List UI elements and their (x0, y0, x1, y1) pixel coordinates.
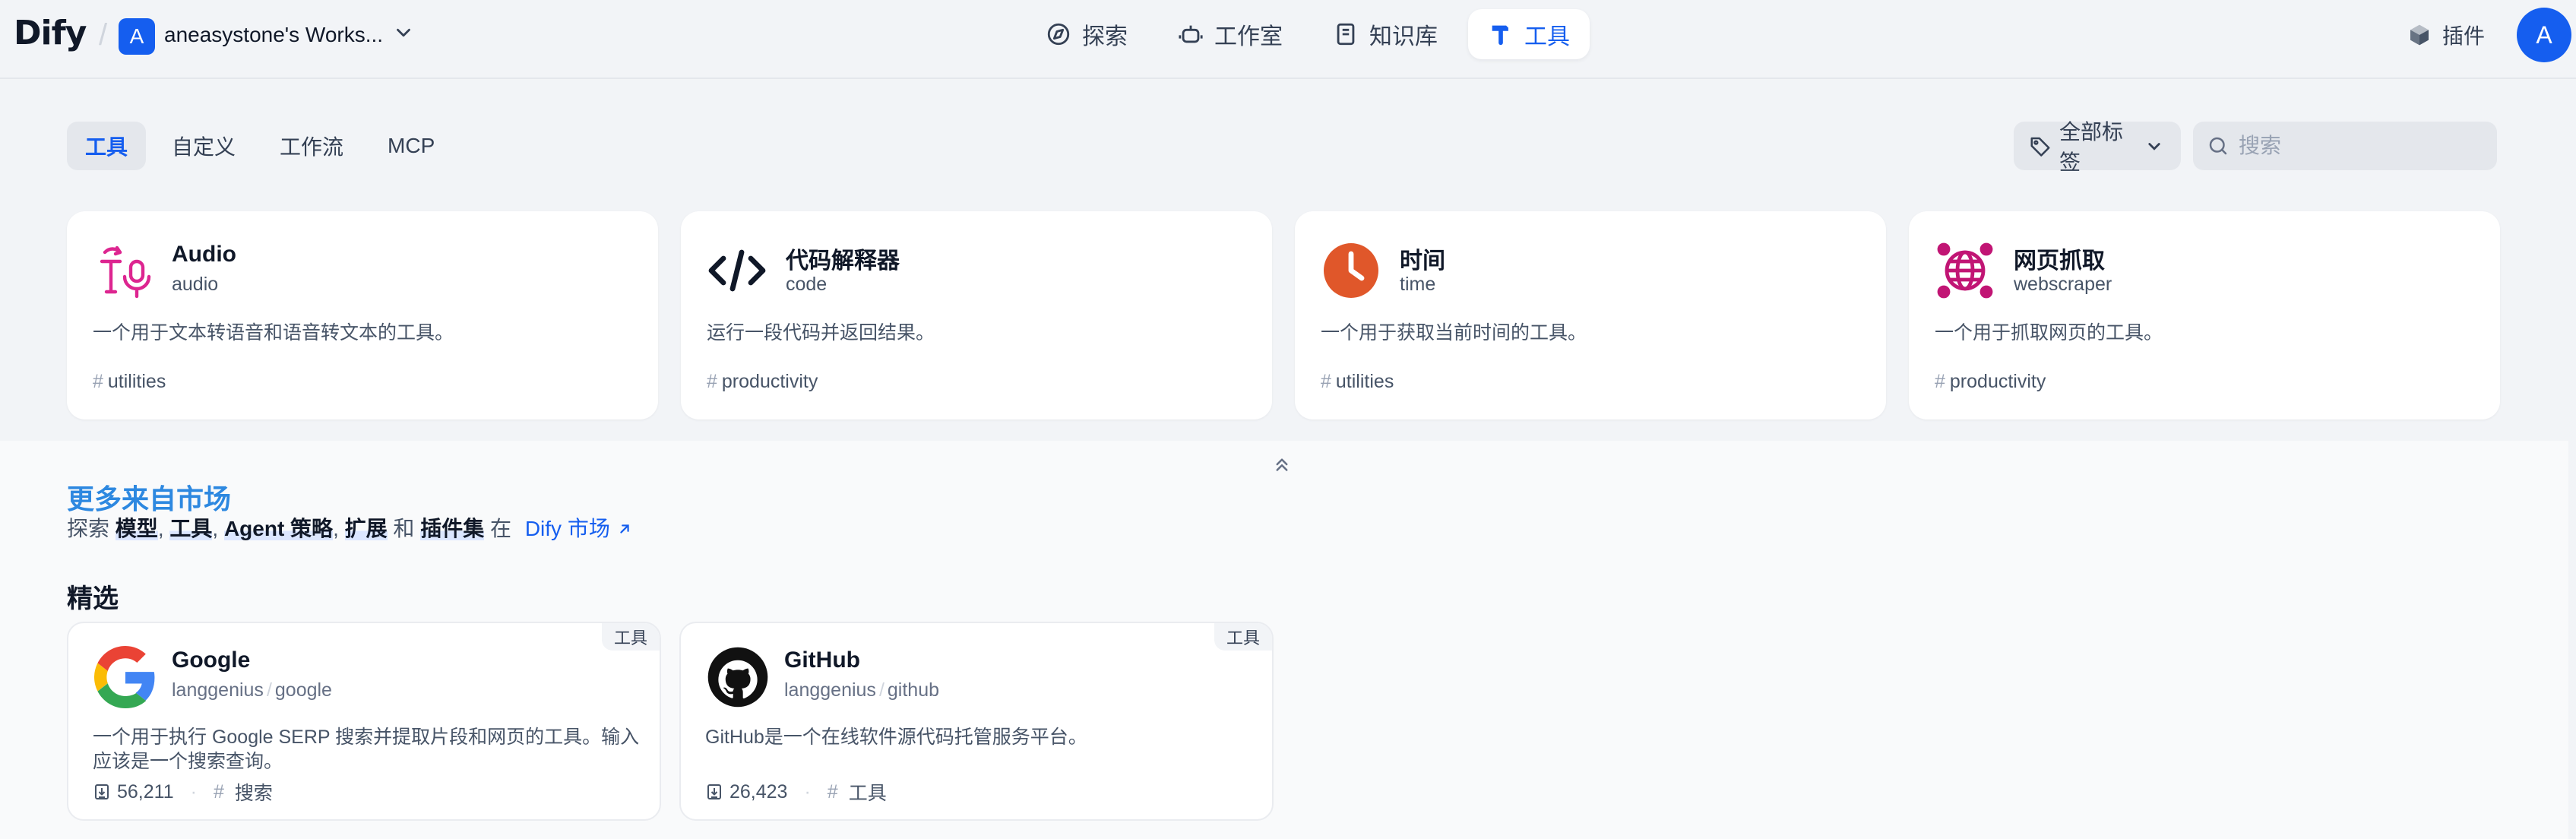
search-icon (2209, 137, 2227, 155)
nav-explore-label: 探索 (1082, 24, 1128, 49)
chevron-down-icon (2148, 143, 2160, 150)
cube-icon (2410, 24, 2429, 46)
plugins-button[interactable]: 插件 (2407, 20, 2485, 50)
github-logo-icon (707, 647, 768, 708)
plugin-type-badge: 工具 (601, 623, 660, 651)
plugin-card-github[interactable]: 工具 GitHub langgenius / github GitHub是一个在线软… (679, 622, 1274, 821)
nav-studio[interactable]: 工作室 (1158, 9, 1302, 59)
chevron-down-icon[interactable] (392, 21, 415, 44)
breadcrumb-separator: / (99, 18, 108, 52)
hammer-icon (1492, 25, 1508, 46)
hash-icon: # (827, 780, 838, 803)
category-tools: 工具 (169, 517, 213, 540)
tool-description: 一个用于抓取网页的工具。 (1935, 322, 2163, 344)
tool-name: Audio (172, 242, 236, 267)
plugin-meta: 56,211 · # 搜索 (93, 778, 273, 806)
google-logo-icon (94, 646, 155, 708)
tool-card-webscraper[interactable]: 网页抓取 webscraper 一个用于抓取网页的工具。 # productivi… (1909, 211, 2500, 420)
plugin-org: langgenius / google (172, 679, 332, 701)
top-header: Dify / A aneasystone's Works... 探索 工作室 知… (0, 0, 2576, 79)
clock-tool-icon (1324, 243, 1378, 298)
install-count: 26,423 (729, 780, 788, 803)
tool-tag: # utilities (93, 371, 166, 392)
main-nav: 探索 工作室 知识库 工具 (1026, 9, 1590, 59)
audio-tool-icon (100, 245, 151, 299)
hash-icon: # (1321, 371, 1331, 392)
header-divider (0, 78, 2576, 79)
workspace-avatar[interactable]: A (119, 18, 155, 55)
nav-knowledge-label: 知识库 (1369, 24, 1438, 49)
tool-tag: # productivity (707, 371, 818, 392)
tool-description: 运行一段代码并返回结果。 (707, 322, 935, 344)
featured-title: 精选 (67, 584, 119, 613)
tab-tools[interactable]: 工具 (67, 122, 147, 170)
tool-tabs: 工具 自定义 工作流 MCP (67, 122, 453, 170)
tag-icon (2030, 137, 2050, 157)
tool-card-audio[interactable]: Audio audio 一个用于文本转语音和语音转文本的工具。 # utiliti… (67, 211, 658, 420)
plugin-meta: 26,423 · # 工具 (705, 778, 887, 806)
tool-id: time (1400, 274, 1436, 295)
globe-tool-icon (1937, 242, 1993, 299)
plugin-tag: 工具 (848, 783, 887, 804)
plugin-description: GitHub是一个在线软件源代码托管服务平台。 (705, 727, 1087, 748)
search-box (2193, 122, 2497, 170)
tool-name: 时间 (1400, 249, 1445, 274)
tool-card-code[interactable]: 代码解释器 code 运行一段代码并返回结果。 # productivity (681, 211, 1272, 420)
hash-icon: # (707, 371, 717, 392)
nav-knowledge[interactable]: 知识库 (1313, 9, 1457, 59)
nav-studio-label: 工作室 (1214, 24, 1283, 49)
dify-marketplace-link[interactable]: Dify 市场 (525, 517, 633, 540)
workspace-name[interactable]: aneasystone's Works... (164, 23, 383, 47)
robot-icon (1179, 25, 1203, 43)
plugin-card-google[interactable]: 工具 Google langgenius / google 一个用于执行 Googl… (67, 622, 661, 821)
tool-tag: # utilities (1321, 371, 1394, 392)
tab-custom[interactable]: 自定义 (153, 122, 254, 170)
dify-logo[interactable]: Dify (14, 14, 87, 52)
plugins-label: 插件 (2442, 24, 2486, 48)
marketplace-title: 更多来自市场 (67, 483, 232, 514)
category-extensions: 扩展 (344, 517, 388, 540)
tool-description: 一个用于文本转语音和语音转文本的工具。 (93, 322, 454, 344)
nav-tools[interactable]: 工具 (1468, 9, 1590, 59)
hash-icon: # (1935, 371, 1945, 392)
tab-workflow[interactable]: 工作流 (261, 122, 362, 170)
tool-card-time[interactable]: 时间 time 一个用于获取当前时间的工具。 # utilities (1295, 211, 1886, 420)
tool-tag: # productivity (1935, 371, 2046, 392)
book-icon (1337, 23, 1355, 46)
download-icon (95, 784, 109, 799)
search-input[interactable] (2239, 134, 2482, 158)
download-icon (707, 784, 721, 799)
hash-icon: # (213, 780, 224, 803)
tool-id: audio (172, 274, 219, 295)
category-models: 模型 (115, 517, 158, 540)
plugin-description: 一个用于执行 Google SERP 搜索并提取片段和网页的工具。输入应该是一个… (93, 727, 640, 772)
tool-id: webscraper (2014, 274, 2112, 295)
tool-name: 网页抓取 (2014, 249, 2105, 274)
tab-mcp[interactable]: MCP (369, 122, 453, 170)
scrollbar[interactable] (2568, 79, 2576, 839)
tool-id: code (786, 274, 828, 295)
category-bundles: 插件集 (420, 517, 485, 540)
compass-icon (1047, 23, 1070, 46)
plugin-tag: 搜索 (234, 783, 273, 804)
marketplace-subtitle: 探索 模型, 工具, Agent 策略, 扩展 和 插件集 在 Dify 市场 (67, 512, 633, 543)
plugin-name: GitHub (784, 647, 860, 673)
plugin-org: langgenius / github (784, 679, 940, 701)
category-agent-strategies: Agent 策略 (223, 517, 334, 540)
plugin-name: Google (172, 647, 251, 673)
tool-description: 一个用于获取当前时间的工具。 (1321, 322, 1587, 344)
tool-name: 代码解释器 (786, 249, 900, 274)
nav-tools-label: 工具 (1524, 24, 1570, 49)
chevrons-up-icon[interactable] (1271, 453, 1293, 476)
tag-filter-dropdown[interactable]: 全部标签 (2014, 120, 2181, 174)
plugin-type-badge: 工具 (1214, 623, 1272, 651)
nav-explore[interactable]: 探索 (1026, 9, 1147, 59)
external-link-icon (619, 524, 629, 533)
tag-filter-label: 全部标签 (2059, 120, 2124, 174)
code-tool-icon (708, 249, 766, 292)
install-count: 56,211 (117, 780, 174, 803)
user-avatar[interactable]: A (2517, 8, 2571, 62)
hash-icon: # (93, 371, 103, 392)
